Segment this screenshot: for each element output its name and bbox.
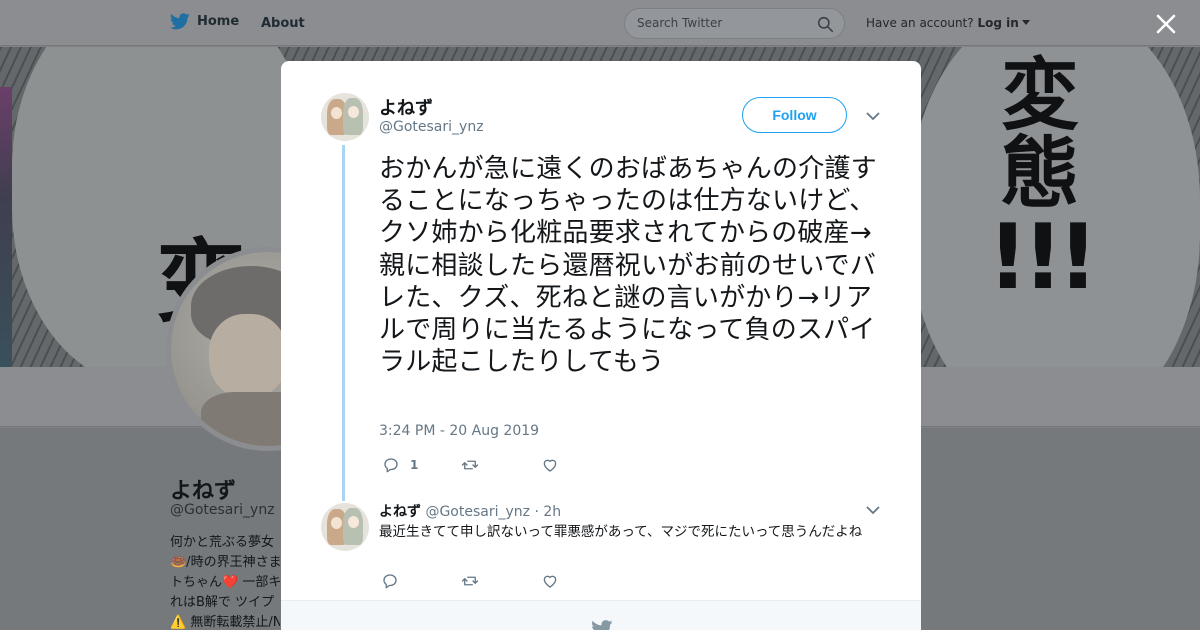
tweet-author-avatar[interactable] (321, 93, 369, 141)
twitter-bird-icon (170, 13, 190, 30)
profile-bio-line: 🍩/時の界王神さま (170, 555, 280, 570)
like-icon (544, 459, 557, 472)
search-icon[interactable] (817, 16, 834, 33)
profile-bio-line: トちゃん❤️ 一部キ (170, 575, 280, 590)
reply-actions (381, 572, 559, 590)
login-menu[interactable]: Have an account? Log in (866, 16, 1030, 30)
banner-manga-lettering-right: 変態!!! (987, 51, 1098, 310)
reply-count: 1 (410, 458, 419, 472)
reply-text: 最近生きてて申し訳ないって罪悪感があって、マジで死にたいって思うんだよね (379, 524, 863, 540)
reply-header: よねず @Gotesari_ynz · 2h (379, 501, 561, 521)
tweet-author-name[interactable]: よねず (379, 94, 433, 120)
modal-footer (281, 600, 921, 630)
nav-home-label: Home (197, 14, 240, 29)
profile-bio-line: 何かと荒ぶる夢女 (170, 535, 275, 550)
tweet-text: おかんが急に遠くのおばあちゃんの介護することになっちゃったのは仕方ないけど、クソ… (379, 154, 877, 378)
close-icon[interactable] (1155, 13, 1177, 35)
reply-icon (383, 574, 397, 589)
login-link[interactable]: Log in (977, 16, 1018, 30)
banner-edge-art (0, 87, 12, 367)
reply-time[interactable]: · 2h (534, 504, 561, 520)
retweet-icon (461, 576, 479, 586)
top-navigation-bar: Home About Search Twitter Have an accoun… (0, 0, 1200, 46)
reply-author-avatar[interactable] (321, 503, 369, 551)
reply-author-name[interactable]: よねず (379, 504, 421, 520)
retweet-button[interactable] (461, 572, 479, 590)
search-placeholder: Search Twitter (637, 16, 723, 30)
profile-bio: 何かと荒ぶる夢女 🍩/時の界王神さま トちゃん❤️ 一部キ れはB解で ツイプ … (170, 533, 280, 630)
tweet-timestamp[interactable]: 3:24 PM - 20 Aug 2019 (379, 423, 539, 439)
tweet-modal: よねず @Gotesari_ynz Follow おかんが急に遠くのおばあちゃん… (281, 61, 921, 630)
thread-connector-line (342, 145, 345, 501)
reply-button[interactable] (381, 572, 399, 590)
like-button[interactable] (541, 572, 559, 590)
tweet-author-handle[interactable]: @Gotesari_ynz (379, 119, 484, 135)
profile-handle: @Gotesari_ynz (170, 502, 275, 518)
reply-button[interactable]: 1 (382, 456, 418, 474)
chevron-down-icon[interactable] (866, 505, 880, 515)
have-account-text: Have an account? (866, 16, 974, 30)
like-button[interactable] (541, 456, 559, 474)
twitter-bird-icon (592, 620, 613, 630)
retweet-button[interactable] (461, 456, 479, 474)
like-icon (543, 575, 557, 588)
tweet-actions: 1 (382, 456, 559, 474)
caret-down-icon (1021, 20, 1030, 25)
reply-icon (384, 458, 398, 473)
profile-name: よねず (170, 479, 237, 504)
nav-about-link[interactable]: About (261, 16, 305, 31)
chevron-down-icon[interactable] (866, 111, 880, 121)
reply-author-handle[interactable]: @Gotesari_ynz (425, 504, 530, 520)
search-input[interactable]: Search Twitter (624, 8, 845, 39)
retweet-icon (462, 460, 479, 470)
profile-bio-line: ⚠️ 無断転載禁止/N (170, 615, 280, 630)
nav-home-link[interactable]: Home (170, 13, 239, 30)
profile-bio-line: れはB解で ツイプ (170, 595, 275, 610)
follow-button[interactable]: Follow (742, 97, 847, 133)
